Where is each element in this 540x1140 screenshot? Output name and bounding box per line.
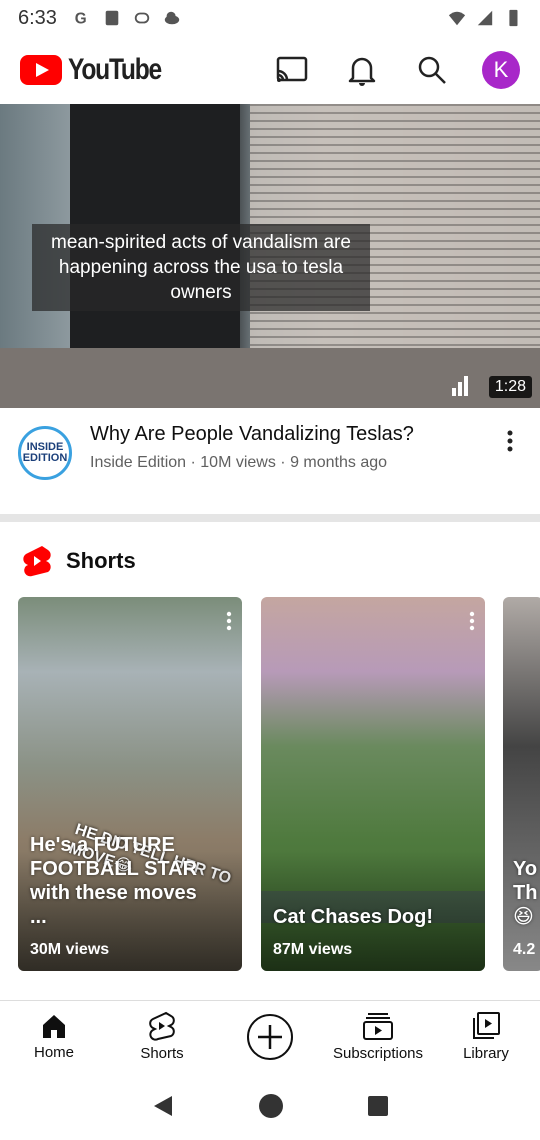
game-controller-icon [134, 12, 150, 24]
home-button-icon[interactable] [257, 1092, 285, 1120]
short-title: He's a FUTURE FOOTBALL STAR with these m… [30, 834, 198, 928]
short-card[interactable]: HE DID TELL HER TO MOVE😂 He's a FUTURE F… [18, 597, 242, 971]
nav-shorts-label: Shorts [140, 1045, 184, 1062]
shorts-section-title: Shorts [66, 548, 136, 573]
short-views: 87M views [273, 941, 353, 958]
short-more-button[interactable] [469, 611, 475, 636]
youtube-play-icon [20, 55, 62, 85]
video-subtitle: Inside Edition · 10M views · 9 months ag… [90, 454, 388, 471]
nav-subscriptions-label: Subscriptions [332, 1045, 424, 1062]
app-header: YouTube K [0, 40, 540, 100]
short-card[interactable]: Cat Chases Dog! 87M views [261, 597, 485, 971]
channel-avatar-text: INSIDE EDITION [22, 441, 68, 464]
shorts-logo-icon [23, 546, 51, 577]
nav-home[interactable]: Home [0, 1001, 108, 1072]
more-vert-icon [226, 611, 232, 631]
short-views: 30M views [30, 941, 110, 958]
video-duration: 1:28 [488, 376, 532, 398]
short-views: 4.2 [513, 941, 536, 958]
cast-button[interactable] [272, 50, 312, 90]
status-bar: 6:33 G [0, 0, 540, 36]
notifications-button[interactable] [342, 50, 382, 90]
youtube-wordmark: YouTube [68, 53, 162, 86]
video-title[interactable]: Why Are People Vandalizing Teslas? [90, 420, 498, 448]
account-avatar[interactable]: K [482, 51, 520, 89]
recents-icon[interactable] [366, 1094, 390, 1118]
video-thumbnail[interactable]: mean-spirited acts of vandalism are happ… [0, 104, 540, 408]
status-time: 6:33 [18, 6, 57, 29]
nav-library[interactable]: Library [432, 1001, 540, 1072]
bottom-navigation: Home Shorts Subscriptions Library [0, 1000, 540, 1072]
back-icon[interactable] [150, 1093, 176, 1119]
google-icon: G [75, 10, 87, 27]
signal-icon [477, 10, 493, 26]
nav-home-label: Home [33, 1044, 74, 1061]
battery-icon [509, 9, 518, 27]
nav-shorts[interactable]: Shorts [108, 1001, 216, 1072]
audio-bars-icon [452, 376, 468, 396]
channel-avatar[interactable]: INSIDE EDITION [18, 426, 72, 480]
search-icon [418, 56, 446, 84]
search-button[interactable] [412, 50, 452, 90]
bell-icon [348, 57, 376, 86]
more-vert-icon [507, 430, 513, 452]
video-info[interactable]: INSIDE EDITION Why Are People Vandalizin… [0, 420, 540, 500]
nav-subscriptions[interactable]: Subscriptions [324, 1001, 432, 1072]
video-more-button[interactable] [498, 420, 522, 500]
cloud-icon [164, 11, 180, 25]
play-store-icon [105, 10, 119, 26]
section-divider [0, 514, 540, 522]
short-card[interactable]: Yo Th 😆 4.2 [503, 597, 540, 971]
video-caption-overlay: mean-spirited acts of vandalism are happ… [32, 224, 370, 311]
system-navigation-bar [0, 1072, 540, 1140]
shorts-header: Shorts [22, 544, 136, 578]
cast-icon [276, 56, 308, 82]
library-icon [473, 1012, 500, 1039]
short-title: Yo Th 😆 [513, 858, 538, 928]
nav-library-label: Library [463, 1045, 509, 1062]
short-more-button[interactable] [226, 611, 232, 636]
nav-create[interactable] [216, 1001, 324, 1072]
create-icon [247, 1013, 293, 1060]
subscriptions-icon [363, 1013, 393, 1040]
shorts-icon [149, 1011, 175, 1041]
youtube-logo[interactable]: YouTube [20, 53, 181, 87]
home-icon [43, 1015, 65, 1038]
more-vert-icon [469, 611, 475, 631]
svg-text:G: G [75, 10, 87, 27]
wifi-icon [448, 11, 466, 26]
short-title: Cat Chases Dog! [273, 906, 434, 928]
